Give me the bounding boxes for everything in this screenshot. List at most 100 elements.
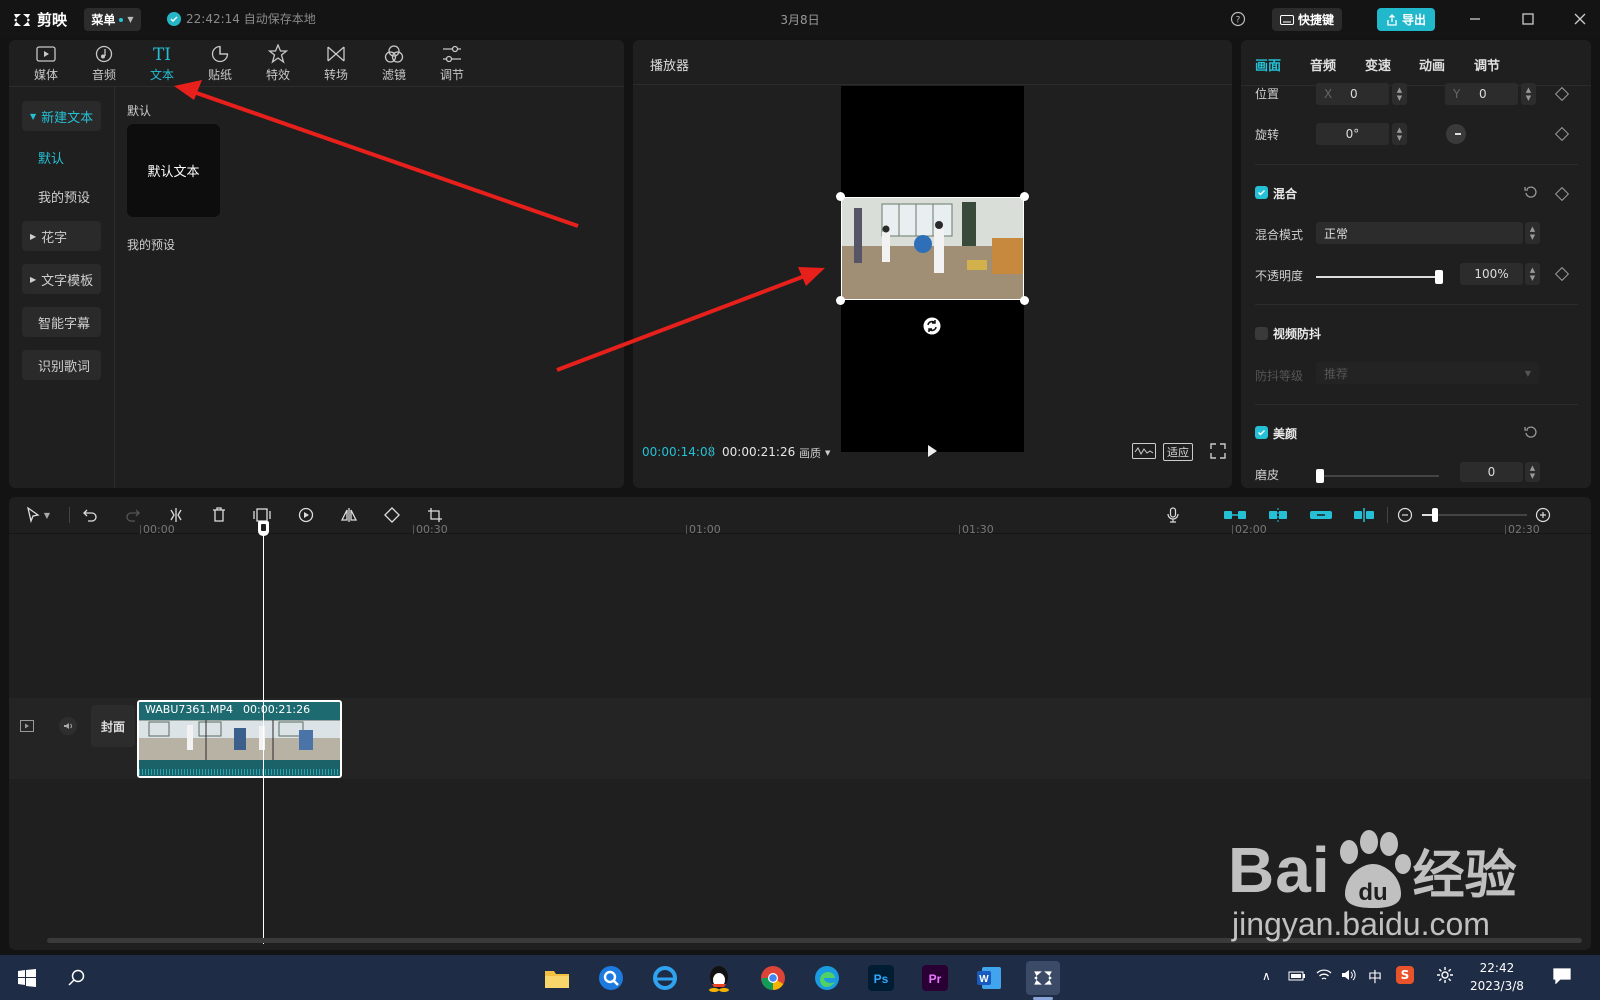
sidebar-item-lyrics-recognition[interactable]: 识别歌词 [22,350,101,380]
opacity-keyframe-icon[interactable] [1554,266,1570,282]
maximize-icon[interactable] [1521,12,1535,26]
video-frame[interactable] [841,197,1024,300]
ie-browser-icon[interactable] [648,961,682,995]
play-icon[interactable] [925,443,939,459]
smooth-stepper[interactable]: ▲ ▼ [1525,462,1540,482]
mirror-icon[interactable] [337,503,361,527]
waveform-view-icon[interactable] [1132,443,1156,459]
opacity-slider-track[interactable] [1316,270,1443,284]
sidebar-item-auto-captions[interactable]: 智能字幕 [22,307,101,337]
smooth-slider-track[interactable] [1316,469,1439,483]
sidebar-item-my-presets[interactable]: 我的预设 [22,181,101,211]
smooth-field[interactable]: 0 [1460,462,1523,482]
photoshop-icon[interactable]: Ps [864,961,898,995]
rotation-keyframe-icon[interactable] [1554,126,1570,142]
settings-gear-icon[interactable] [1436,966,1454,984]
toolbar-tab-audio[interactable]: 音频 [79,44,129,83]
microphone-icon[interactable] [1161,503,1185,527]
resize-handle-br[interactable] [1020,296,1029,305]
select-tool-dropdown[interactable]: ▼ [15,503,61,527]
quality-dropdown[interactable]: 画质 ▼ [799,445,830,461]
blend-checkbox[interactable] [1255,186,1268,199]
qq-icon[interactable] [702,961,736,995]
file-explorer-icon[interactable] [540,961,574,995]
playhead-line[interactable] [263,521,264,944]
redo-icon[interactable] [121,503,145,527]
fullscreen-icon[interactable] [1210,443,1226,459]
rotation-dial-icon[interactable] [1446,124,1466,144]
rotation-field[interactable]: 0° [1316,123,1389,145]
delete-icon[interactable] [207,503,231,527]
volume-icon[interactable] [1341,968,1357,982]
blend-mode-stepper[interactable]: ▲ ▼ [1525,222,1540,244]
clock[interactable]: 22:42 2023/3/8 [1470,959,1524,995]
position-y-stepper[interactable]: ▲ ▼ [1521,83,1536,105]
blend-mode-select[interactable]: 正常 [1316,222,1523,244]
ime-indicator[interactable]: 中 [1368,967,1382,987]
toolbar-tab-sticker[interactable]: 贴纸 [195,44,245,83]
track-visibility-icon[interactable] [20,720,34,732]
toolbar-tab-adjust[interactable]: 调节 [427,44,477,83]
smooth-slider-handle[interactable] [1316,469,1324,483]
show-hidden-icons-icon[interactable]: ∧ [1262,969,1271,983]
toolbar-tab-filter[interactable]: 滤镜 [369,44,419,83]
fit-button[interactable]: 适应 [1163,443,1193,461]
beauty-reset-icon[interactable] [1524,425,1538,439]
wifi-icon[interactable] [1316,968,1332,982]
blend-reset-icon[interactable] [1524,185,1538,199]
linkage-icon[interactable] [1307,503,1335,527]
toolbar-tab-effects[interactable]: 特效 [253,43,303,83]
track-audio-icon[interactable] [59,717,77,735]
toolbar-tab-media[interactable]: 媒体 [21,44,71,83]
sidebar-item-fancy-text[interactable]: ▶ 花字 [22,221,101,251]
zoom-slider-track[interactable] [1422,508,1527,522]
toolbar-tab-transition[interactable]: 转场 [311,44,361,83]
search-icon[interactable] [60,961,94,995]
sidebar-item-text-template[interactable]: ▶ 文字模板 [22,264,101,294]
opacity-stepper[interactable]: ▲ ▼ [1525,263,1540,285]
position-x-field[interactable]: X 0 [1316,83,1389,105]
cover-button[interactable]: 封面 [91,705,135,747]
resize-handle-tl[interactable] [836,192,845,201]
video-clip[interactable]: WABU7361.MP4 00:00:21:26 [137,700,342,778]
position-keyframe-icon[interactable] [1554,86,1570,102]
edge-icon[interactable] [810,961,844,995]
sidebar-item-default[interactable]: 默认 [22,142,101,172]
inspector-tab-2[interactable]: 变速 [1365,55,1391,74]
rotate-icon[interactable] [380,503,404,527]
auto-snap-icon[interactable] [1264,503,1292,527]
windows-start-icon[interactable] [10,961,44,995]
undo-icon[interactable] [78,503,102,527]
zoom-slider-handle[interactable] [1432,508,1438,522]
notification-icon[interactable] [1553,968,1571,984]
sogou-ime-icon[interactable]: S [1396,966,1414,984]
toolbar-tab-text[interactable]: TI 文本 [137,44,187,83]
rotation-stepper[interactable]: ▲ ▼ [1392,123,1407,145]
search-browser-icon[interactable] [594,961,628,995]
resize-handle-bl[interactable] [836,296,845,305]
sidebar-item-new-text[interactable]: ▼ 新建文本 [22,101,101,131]
resize-handle-tr[interactable] [1020,192,1029,201]
inspector-tab-1[interactable]: 音频 [1310,55,1336,74]
preview-axis-icon[interactable] [1350,503,1378,527]
inspector-tab-3[interactable]: 动画 [1419,55,1445,74]
reverse-icon[interactable] [294,503,318,527]
minimize-icon[interactable] [1468,12,1482,26]
opacity-slider-handle[interactable] [1435,270,1443,284]
position-x-stepper[interactable]: ▲ ▼ [1392,83,1407,105]
close-icon[interactable] [1573,12,1587,26]
playhead-handle[interactable] [258,521,269,536]
rotate-handle-icon[interactable] [923,317,941,335]
zoom-out-icon[interactable] [1393,503,1417,527]
premiere-icon[interactable]: Pr [918,961,952,995]
chrome-icon[interactable] [756,961,790,995]
capcut-taskbar-icon[interactable] [1026,961,1060,995]
help-icon[interactable]: ? [1230,11,1246,27]
shortcut-button[interactable]: 快捷键 [1272,8,1342,31]
word-icon[interactable]: W [972,961,1006,995]
inspector-tab-4[interactable]: 调节 [1474,55,1500,74]
inspector-tab-0[interactable]: 画面 [1255,55,1281,74]
position-y-field[interactable]: Y 0 [1445,83,1518,105]
blend-keyframe-icon[interactable] [1554,186,1570,202]
timeline-scrollbar[interactable] [47,938,1582,943]
